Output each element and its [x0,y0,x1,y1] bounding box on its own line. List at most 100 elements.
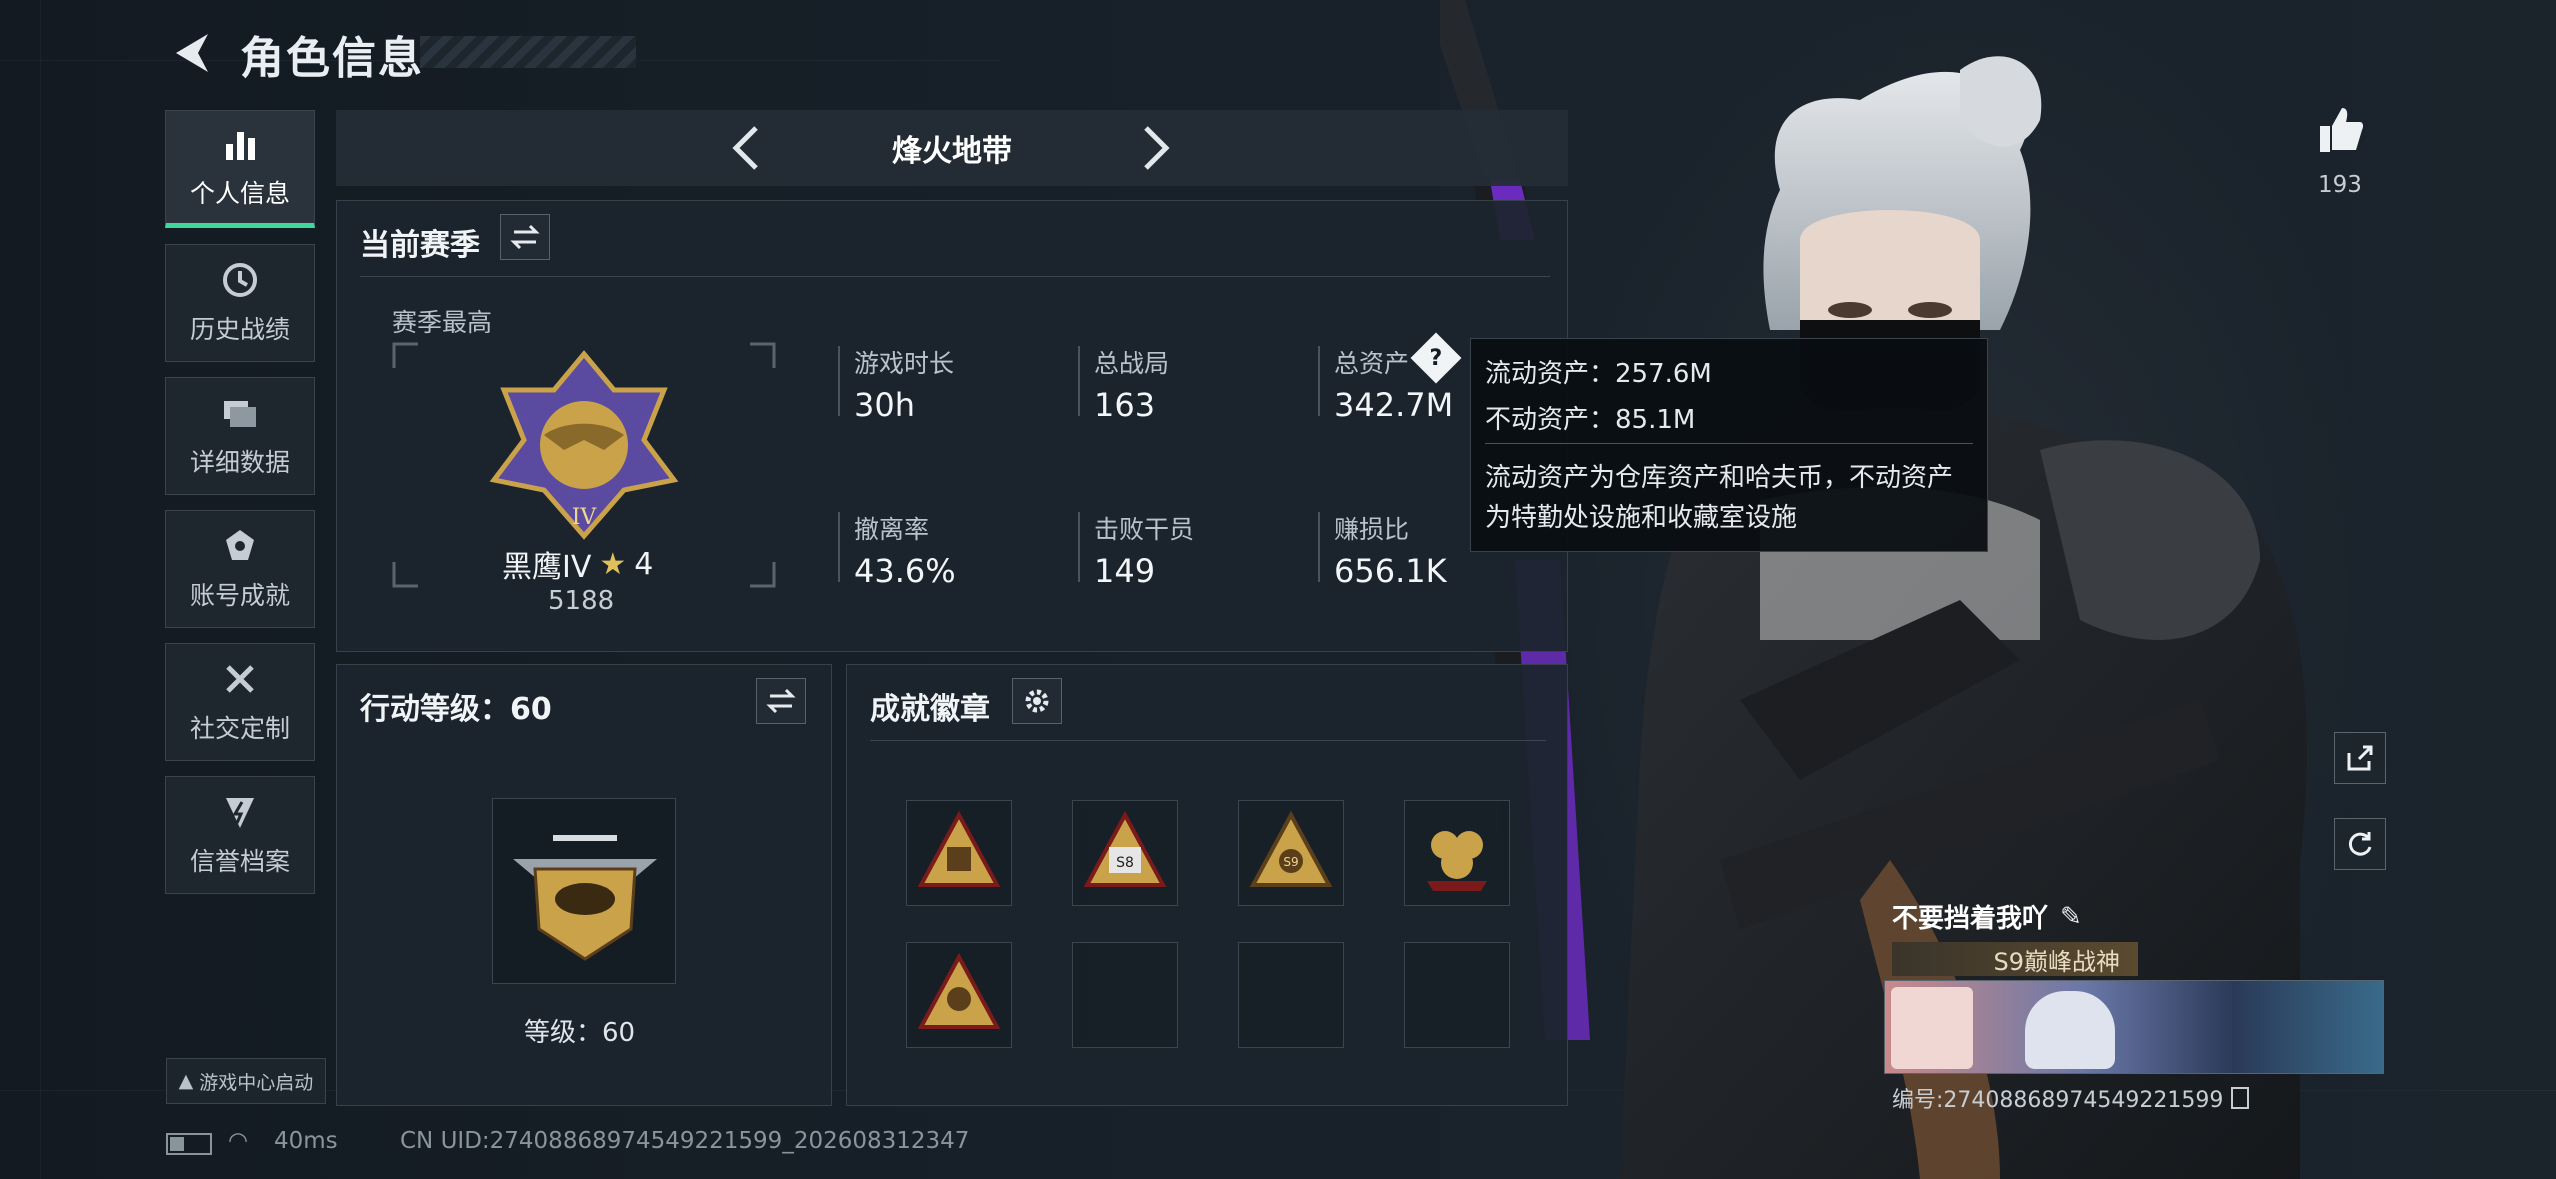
badge-slot[interactable]: S8 [1072,800,1178,906]
player-name-row: 不要挡着我吖 ✎ [1892,898,2082,935]
rank-stars: 4 [634,546,654,582]
gear-icon [1025,689,1049,713]
shield-bolt-icon [226,798,254,828]
fixed-assets-text: 不动资产：85.1M [1485,405,1696,435]
badge-slot[interactable] [906,942,1012,1048]
player-name: 不要挡着我吖 [1892,904,2049,934]
badge-slot-empty[interactable] [1238,942,1344,1048]
stat-value: 30h [854,386,915,424]
stat-value: 163 [1094,386,1156,424]
clock-history-icon [223,263,257,297]
rank-name: 黑鹰IV [502,550,592,585]
like-count: 193 [2318,172,2362,198]
swap-icon [510,224,540,250]
copy-icon[interactable] [2231,1087,2250,1109]
badge-triangle-icon [917,952,1001,1029]
uid-text: CN UID:27408868974549221599_202608312347 [400,1128,970,1154]
svg-text:S9: S9 [1283,855,1298,869]
battery-icon [166,1133,212,1155]
sidebar-item-label: 历史战绩 [189,315,290,344]
stat-label: 游戏时长 [854,349,955,378]
player-banner[interactable] [1884,980,2384,1074]
sidebar-item-achievements[interactable]: 账号成就 [165,510,315,628]
level-emblem-frame [492,798,676,984]
asset-tooltip: 流动资产：257.6M 不动资产：85.1M 流动资产为仓库资产和哈夫币，不动资… [1470,338,1988,552]
game-center-label: 游戏中心启动 [199,1071,314,1094]
helicopter-emblem-icon [513,835,657,961]
badge-slot[interactable] [1404,800,1510,906]
share-button[interactable] [2334,732,2386,784]
page-title: 角色信息 [240,33,424,84]
action-level-title: 行动等级：60 [360,692,552,727]
badge-s9-icon: S9 [1249,810,1333,887]
badge-slot[interactable]: S9 [1238,800,1344,906]
stat-label: 撤离率 [854,515,930,544]
share-icon [2347,745,2373,771]
badges-title: 成就徽章 [870,692,990,727]
action-level-switch-button[interactable] [756,678,806,724]
chevron-right-icon[interactable] [1136,124,1176,172]
refresh-button[interactable] [2334,818,2386,870]
sidebar-item-label: 个人信息 [189,179,290,208]
stat-label: 总资产 [1334,349,1410,378]
stat-value: 43.6% [854,552,956,590]
mode-selector: 烽火地带 [336,110,1568,186]
stat-value: 149 [1094,552,1156,590]
level-text: 等级：60 [524,1018,636,1048]
tooltip-desc: 流动资产为仓库资产和哈夫币，不动资产 [1485,463,1954,493]
sidebar-item-social-custom[interactable]: 社交定制 [165,643,315,761]
badge-slot[interactable] [906,800,1012,906]
season-title: 当前赛季 [360,228,480,263]
svg-text:IV: IV [572,505,598,530]
avatar [1891,987,1973,1069]
refresh-icon [2348,832,2372,856]
chevron-left-icon[interactable] [726,124,766,172]
rank-info: 黑鹰IV ★ 4 [502,542,653,586]
liquid-assets-text: 流动资产：257.6M [1485,359,1712,389]
banner-character [2025,991,2115,1069]
badge-triangle-icon [917,810,1001,887]
sidebar-item-history[interactable]: 历史战绩 [165,244,315,362]
badge-slot-empty[interactable] [1404,942,1510,1048]
title-decoration [420,36,636,68]
stat-label: 击败干员 [1094,515,1195,544]
sidebar-item-credit-file[interactable]: 信誉档案 [165,776,315,894]
stat-label: 总战局 [1094,349,1170,378]
season-best-label: 赛季最高 [392,308,493,337]
player-title: S9巅峰战神 [1993,947,2120,976]
star-icon: ★ [599,546,627,582]
player-title-badge: S9巅峰战神 [1892,942,2138,976]
stat-label: 赚损比 [1334,515,1410,544]
badge-slot-empty[interactable] [1072,942,1178,1048]
stat-value: 656.1K [1334,552,1447,590]
ping-text: 40ms [274,1128,338,1154]
stat-value: 342.7M [1334,386,1454,424]
sidebar-item-label: 详细数据 [189,448,290,477]
black-hawk-rank-emblem-icon: IV [489,350,679,540]
season-switch-button[interactable] [500,214,550,260]
thumbs-up-icon[interactable] [2316,104,2364,154]
sidebar-item-label: 社交定制 [189,714,290,743]
back-arrow-icon[interactable] [168,30,212,76]
tooltip-desc: 为特勤处设施和收藏室设施 [1485,503,1798,533]
bar-chart-icon [226,132,255,160]
bell-icon: ▲ [178,1070,194,1092]
folder-stack-icon [224,401,256,427]
sidebar-item-label: 账号成就 [189,581,290,610]
swap-icon [766,688,796,714]
rank-score: 5188 [548,586,615,616]
player-id-row: 编号:2740886897454922​1599 [1892,1082,2250,1114]
badge-s10-icon [1427,831,1487,891]
badges-settings-button[interactable] [1012,678,1062,724]
svg-text:S8: S8 [1116,855,1134,871]
edit-icon[interactable]: ✎ [2060,902,2082,932]
wifi-icon: ◠ [228,1128,249,1154]
player-id: 编号:2740886897454922​1599 [1892,1088,2224,1113]
mode-name: 烽火地带 [892,134,1012,169]
sidebar-item-detailed-data[interactable]: 详细数据 [165,377,315,495]
game-center-button[interactable]: ▲ 游戏中心启动 [166,1058,326,1104]
sidebar-item-label: 信誉档案 [189,847,290,876]
sidebar-item-personal-info[interactable]: 个人信息 [165,110,315,228]
badge-s8-icon: S8 [1083,810,1167,887]
medal-icon [226,530,254,560]
